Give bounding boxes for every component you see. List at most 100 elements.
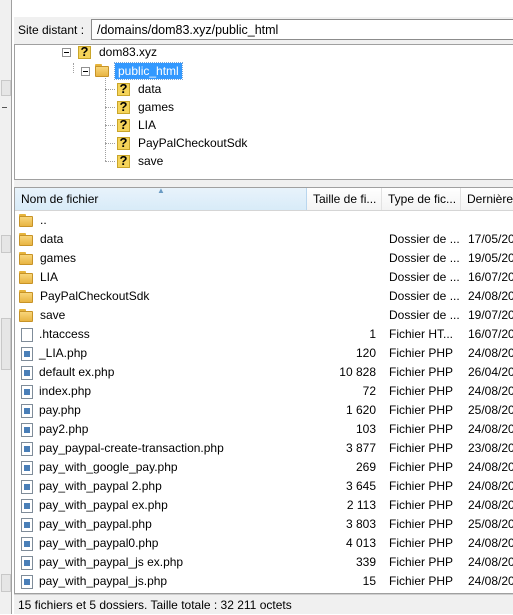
file-name-cell: index.php <box>19 382 309 401</box>
file-size: 120 <box>355 346 376 360</box>
file-modified-date: 24/08/20 <box>468 346 513 360</box>
file-row[interactable]: .htaccess 1 Fichier HT... 16/07/20 <box>15 325 513 344</box>
unknown-folder-icon: ? <box>115 135 131 151</box>
file-name: pay_with_paypal 2.php <box>39 479 162 493</box>
tree-node-label: games <box>138 100 175 114</box>
unknown-folder-icon: ? <box>115 153 131 169</box>
file-type: Fichier PHP <box>389 403 454 417</box>
sort-ascending-icon: ▲ <box>157 188 165 195</box>
file-name: index.php <box>39 384 92 398</box>
file-name: default ex.php <box>39 365 115 379</box>
file-name-cell: games <box>19 249 309 268</box>
file-size: 2 113 <box>346 498 376 512</box>
file-row[interactable]: pay_paypal-create-transaction.php 3 877 Fi… <box>15 439 513 458</box>
php-file-icon <box>21 517 33 532</box>
file-row[interactable]: games Dossier de ... 19/05/20 <box>15 249 513 268</box>
file-type: Dossier de ... <box>389 251 460 265</box>
file-name: save <box>40 308 66 322</box>
file-name-cell: pay_with_paypal.php <box>19 515 309 534</box>
remote-address-bar: Site distant : /domains/dom83.xyz/public… <box>14 17 513 44</box>
tree-node-games[interactable]: ? games <box>115 98 177 116</box>
file-name-cell: save <box>19 306 309 325</box>
file-size: 1 620 <box>345 403 376 417</box>
file-size <box>307 230 376 249</box>
file-modified-date: 24/08/20 <box>468 498 513 512</box>
php-file-icon <box>21 384 33 399</box>
remote-path-input[interactable]: /domains/dom83.xyz/public_html <box>91 19 513 40</box>
column-header-size[interactable]: Taille de fi... <box>307 188 382 210</box>
collapse-icon[interactable] <box>62 47 71 57</box>
file-name-cell: .htaccess <box>19 325 309 344</box>
php-file-icon <box>21 555 33 570</box>
file-size: 269 <box>355 460 376 474</box>
file-row[interactable]: pay_with_paypal 2.php 3 645 Fichier PHP 24/… <box>15 477 513 496</box>
file-type: Fichier PHP <box>389 460 454 474</box>
file-modified-date: 24/08/20 <box>468 422 513 436</box>
column-header-name[interactable]: ▲ Nom de fichier <box>15 188 307 210</box>
tree-node-root[interactable]: ? dom83.xyz <box>62 43 160 61</box>
file-icon <box>21 327 33 342</box>
file-size: 4 013 <box>345 536 376 550</box>
file-name: pay2.php <box>39 422 89 436</box>
file-size: 3 803 <box>345 517 376 531</box>
file-row[interactable]: pay_with_paypal ex.php 2 113 Fichier PHP 24… <box>15 496 513 515</box>
file-row[interactable]: pay_with_google_pay.php 269 Fichier PHP 24/… <box>15 458 513 477</box>
file-name-cell: pay_with_paypal_js ex.php <box>19 553 309 572</box>
file-modified-date: 19/05/20 <box>468 251 513 265</box>
file-name-cell: pay_with_paypal ex.php <box>19 496 309 515</box>
file-size <box>307 306 376 325</box>
tree-node-label: save <box>138 154 164 168</box>
tree-node-save[interactable]: ? save <box>115 152 166 170</box>
file-row[interactable]: data Dossier de ... 17/05/20 <box>15 230 513 249</box>
tree-node-data[interactable]: ? data <box>115 80 164 98</box>
pane-splitter[interactable] <box>14 180 513 187</box>
file-type: Fichier PHP <box>389 555 454 569</box>
file-name-cell: pay_with_paypal_js.php <box>19 572 309 591</box>
collapse-icon[interactable] <box>81 66 90 76</box>
local-pane-edge <box>0 0 12 614</box>
file-row[interactable]: pay_with_paypal.php 3 803 Fichier PHP 25/08… <box>15 515 513 534</box>
file-name: pay.php <box>39 403 81 417</box>
file-size: 72 <box>362 384 376 398</box>
file-type: Fichier PHP <box>389 479 454 493</box>
tree-node-lia[interactable]: ? LIA <box>115 116 159 134</box>
file-name-cell: pay_with_paypal 2.php <box>19 477 309 496</box>
file-name: PayPalCheckoutSdk <box>40 289 150 303</box>
file-row[interactable]: .. <box>15 211 513 230</box>
tree-node-public-html[interactable]: public_html <box>81 62 183 80</box>
file-row[interactable]: index.php 72 Fichier PHP 24/08/20 <box>15 382 513 401</box>
file-size: 103 <box>355 422 376 436</box>
column-header-date[interactable]: Dernière <box>461 188 513 210</box>
file-modified-date: 25/08/20 <box>468 403 513 417</box>
php-file-icon <box>21 479 33 494</box>
local-list-scroll-arrow-down[interactable] <box>1 574 11 592</box>
file-row[interactable]: pay_with_paypal0.php 4 013 Fichier PHP 24/0… <box>15 534 513 553</box>
file-row[interactable]: pay.php 1 620 Fichier PHP 25/08/20 <box>15 401 513 420</box>
file-type: Fichier PHP <box>389 574 454 588</box>
file-row[interactable]: pay_with_paypal_js ex.php 339 Fichier PHP 2… <box>15 553 513 572</box>
file-row[interactable]: pay2.php 103 Fichier PHP 24/08/20 <box>15 420 513 439</box>
column-header-type[interactable]: Type de fic... <box>382 188 461 210</box>
tree-node-label: dom83.xyz <box>99 45 158 59</box>
file-row[interactable]: _LIA.php 120 Fichier PHP 24/08/20 <box>15 344 513 363</box>
local-scrollbar-button[interactable] <box>1 80 11 96</box>
column-header-label: Type de fic... <box>388 192 457 206</box>
file-modified-date: 16/07/20 <box>468 327 513 341</box>
php-file-icon <box>21 460 33 475</box>
file-modified-date: 25/08/20 <box>468 517 513 531</box>
file-modified-date <box>468 211 513 230</box>
file-row[interactable]: default ex.php 10 828 Fichier PHP 26/04/20 <box>15 363 513 382</box>
folder-icon <box>19 232 35 247</box>
tree-node-paypalcheckoutsdk[interactable]: ? PayPalCheckoutSdk <box>115 134 250 152</box>
file-name-cell: .. <box>19 211 309 230</box>
file-name-cell: pay.php <box>19 401 309 420</box>
local-list-scroll-arrow[interactable] <box>1 235 11 253</box>
file-row[interactable]: save Dossier de ... 19/07/20 <box>15 306 513 325</box>
column-header-label: Nom de fichier <box>21 192 99 206</box>
local-list-scroll-thumb[interactable] <box>1 318 11 370</box>
file-row[interactable]: pay_with_paypal_js.php 15 Fichier PHP 24/08… <box>15 572 513 591</box>
file-row[interactable]: LIA Dossier de ... 16/07/20 <box>15 268 513 287</box>
tree-node-label: public_html <box>114 62 183 80</box>
file-row[interactable]: PayPalCheckoutSdk Dossier de ... 24/08/20 <box>15 287 513 306</box>
file-modified-date: 24/08/20 <box>468 460 513 474</box>
